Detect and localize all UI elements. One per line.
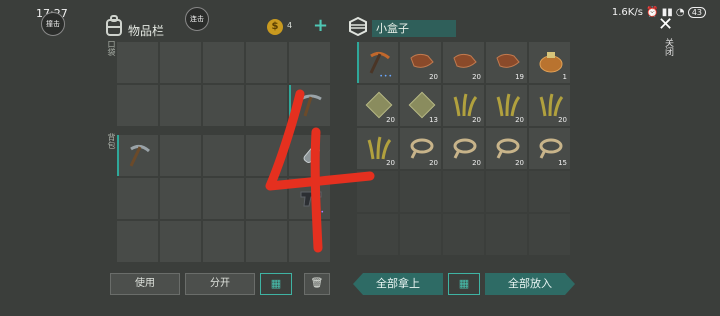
box-icon bbox=[347, 16, 369, 40]
storage-sort-button[interactable]: ▦ bbox=[448, 273, 480, 295]
inventory-slot[interactable] bbox=[160, 85, 201, 126]
storage-slot[interactable] bbox=[400, 214, 441, 255]
close-icon[interactable]: ✕ bbox=[658, 14, 673, 35]
bag-icon bbox=[539, 52, 563, 73]
storage-slot[interactable]: 20 bbox=[443, 128, 484, 169]
pickaxe-icon bbox=[129, 144, 150, 167]
combo-float-button[interactable]: 连击 bbox=[185, 7, 209, 31]
pocket-label: 口袋 bbox=[107, 40, 116, 56]
inventory-slot[interactable] bbox=[203, 42, 244, 83]
item-quantity: 15 bbox=[558, 159, 567, 167]
trash-button[interactable]: 🗑 bbox=[304, 273, 330, 295]
storage-slot[interactable]: 20 bbox=[529, 85, 570, 126]
take-all-button[interactable]: 全部拿上 bbox=[353, 273, 443, 295]
storage-title: 小盒子 bbox=[372, 20, 456, 37]
trash-icon: 🗑 bbox=[310, 278, 324, 289]
add-currency-button[interactable]: + bbox=[313, 17, 328, 35]
rope-icon bbox=[496, 138, 520, 159]
item-quantity: 20 bbox=[558, 116, 567, 124]
inventory-slot[interactable] bbox=[160, 42, 201, 83]
storage-slot[interactable]: 20 bbox=[443, 42, 484, 83]
sort-grid-button[interactable]: ▦ bbox=[260, 273, 292, 295]
storage-slot[interactable] bbox=[529, 214, 570, 255]
storage-slot[interactable] bbox=[486, 214, 527, 255]
attack-float-button[interactable]: 撞击 bbox=[41, 12, 65, 36]
leather-icon bbox=[496, 53, 520, 68]
storage-slot[interactable] bbox=[400, 171, 441, 212]
storage-slot[interactable]: 20 bbox=[443, 85, 484, 126]
storage-slot[interactable]: 13 bbox=[400, 85, 441, 126]
storage-slot[interactable]: ••• bbox=[357, 42, 398, 83]
leather-icon bbox=[453, 53, 477, 68]
inventory-title: 物品栏 bbox=[128, 24, 165, 38]
item-quantity: 20 bbox=[472, 159, 481, 167]
storage-slot[interactable] bbox=[529, 171, 570, 212]
storage-slot[interactable] bbox=[443, 214, 484, 255]
storage-slot[interactable]: 15 bbox=[529, 128, 570, 169]
rope-icon bbox=[453, 138, 477, 159]
inventory-slot[interactable] bbox=[117, 221, 158, 262]
item-quantity: 20 bbox=[386, 159, 395, 167]
fabric-icon bbox=[408, 91, 436, 119]
grass-icon bbox=[453, 93, 478, 117]
item-quantity: 20 bbox=[472, 73, 481, 81]
grid-icon: ▦ bbox=[270, 277, 282, 290]
inventory-slot[interactable] bbox=[203, 178, 244, 219]
inventory-slot[interactable] bbox=[160, 135, 201, 176]
backpack-label: 背包 bbox=[107, 133, 116, 149]
inventory-slot[interactable] bbox=[117, 42, 158, 83]
inventory-slot[interactable] bbox=[203, 85, 244, 126]
grid-icon: ▦ bbox=[458, 277, 470, 290]
grass-icon bbox=[496, 93, 521, 117]
item-quantity: 13 bbox=[429, 116, 438, 124]
inventory-slot[interactable] bbox=[203, 135, 244, 176]
split-button[interactable]: 分开 bbox=[185, 273, 255, 295]
item-quantity: 20 bbox=[515, 159, 524, 167]
close-label: 关闭 bbox=[663, 38, 673, 56]
item-quantity: 19 bbox=[515, 73, 524, 81]
use-button[interactable]: 使用 bbox=[110, 273, 180, 295]
storage-slot[interactable]: 20 bbox=[400, 42, 441, 83]
storage-slot[interactable] bbox=[443, 171, 484, 212]
rope-icon bbox=[539, 138, 563, 159]
inventory-slot[interactable] bbox=[160, 221, 201, 262]
storage-slot[interactable]: 20 bbox=[486, 128, 527, 169]
storage-slot[interactable]: 19 bbox=[486, 42, 527, 83]
storage-grid: ••• 20 20 19 1 20 13 20 20 20 20 20 20 20 15 bbox=[357, 42, 570, 257]
leather-icon bbox=[410, 53, 434, 68]
inventory-slot[interactable] bbox=[117, 178, 158, 219]
battery-level: 43 bbox=[687, 7, 706, 18]
item-quantity: 20 bbox=[386, 116, 395, 124]
backpack-icon bbox=[104, 15, 124, 41]
inventory-slot[interactable] bbox=[203, 221, 244, 262]
pickaxe-icon bbox=[369, 51, 390, 74]
item-quantity: 20 bbox=[429, 159, 438, 167]
storage-slot[interactable]: 20 bbox=[486, 85, 527, 126]
item-quantity: 1 bbox=[562, 73, 567, 81]
inventory-slot[interactable] bbox=[117, 85, 158, 126]
item-quantity: 20 bbox=[472, 116, 481, 124]
network-speed: 1.6K/s bbox=[611, 7, 643, 18]
inventory-slot[interactable] bbox=[289, 42, 330, 83]
rope-icon bbox=[410, 138, 434, 159]
storage-slot[interactable] bbox=[486, 171, 527, 212]
storage-slot[interactable]: 20 bbox=[400, 128, 441, 169]
inventory-slot[interactable] bbox=[117, 135, 158, 176]
coin-count: 4 bbox=[287, 21, 293, 30]
annotation-mark bbox=[265, 89, 375, 253]
inventory-slot[interactable] bbox=[246, 42, 287, 83]
put-all-button[interactable]: 全部放入 bbox=[485, 273, 575, 295]
inventory-slot[interactable] bbox=[160, 178, 201, 219]
storage-slot[interactable]: 1 bbox=[529, 42, 570, 83]
item-quantity: 20 bbox=[429, 73, 438, 81]
coin-icon: $ bbox=[267, 19, 283, 35]
durability-dots: ••• bbox=[379, 73, 393, 80]
grass-icon bbox=[539, 93, 564, 117]
item-quantity: 20 bbox=[515, 116, 524, 124]
